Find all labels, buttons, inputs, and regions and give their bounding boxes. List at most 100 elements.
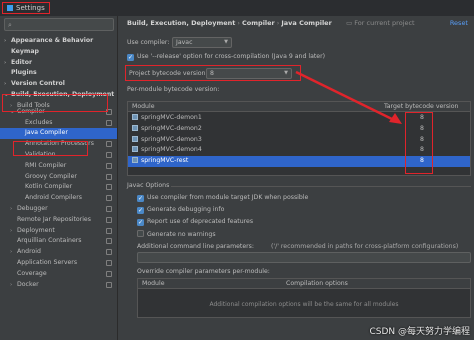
override-column-options[interactable]: Compilation options — [286, 279, 348, 289]
breadcrumb: Build, Execution, Deployment › Compiler › Ja… — [127, 19, 415, 27]
sidebar-item[interactable]: › Debugger — [0, 204, 117, 215]
sidebar-item[interactable]: › Docker — [0, 280, 117, 291]
sidebar-item-label: Editor — [11, 58, 33, 66]
chevron-icon[interactable]: › — [10, 247, 17, 258]
breadcrumb-build[interactable]: Build, Execution, Deployment — [127, 19, 235, 27]
project-scope-icon — [106, 141, 112, 148]
sidebar-item-label: RMI Compiler — [25, 161, 67, 169]
module-name: springMVC-demon1 — [141, 114, 202, 121]
sidebar-item[interactable]: Remote Jar Repositories — [0, 215, 117, 226]
window-title: Settings — [2, 2, 50, 14]
module-folder-icon — [132, 124, 138, 131]
column-target-version[interactable]: Target bytecode version — [384, 102, 458, 112]
use-compiler-value: Javac — [176, 39, 193, 46]
checkbox-unchecked-icon — [137, 230, 144, 237]
override-column-module[interactable]: Module — [142, 279, 165, 289]
breadcrumb-scope-text: For current project — [354, 19, 415, 27]
sidebar-item[interactable]: Groovy Compiler — [0, 172, 117, 183]
use-compiler-select[interactable]: Javac ▼ — [172, 37, 232, 48]
sidebar-item-label: Excludes — [25, 118, 53, 126]
sidebar-item-label: Arquillian Containers — [17, 237, 82, 245]
chevron-icon[interactable]: › — [4, 58, 11, 69]
project-scope-icon — [106, 216, 112, 223]
javac-options-label: Javac Options — [127, 182, 170, 189]
sidebar-item[interactable]: Java Compiler — [0, 128, 117, 140]
sidebar-item-label: Plugins — [11, 69, 37, 77]
module-folder-icon — [132, 146, 138, 153]
java-compiler-panel: Build, Execution, Deployment › Compiler › Ja… — [119, 16, 474, 340]
no-warnings-checkbox[interactable]: Generate no warnings — [137, 230, 216, 238]
module-folder-icon — [132, 157, 138, 164]
sidebar-item[interactable]: Arquillian Containers — [0, 236, 117, 247]
sidebar-item-label: Keymap — [11, 47, 39, 55]
window-title-text: Settings — [16, 4, 45, 12]
debug-info-label: Generate debugging info — [147, 206, 225, 213]
sidebar-item-label: Java Compiler — [25, 129, 68, 137]
module-folder-icon — [132, 114, 138, 120]
module-cell: springMVC-demon3 — [132, 135, 202, 146]
breadcrumb-scope: ▭ For current project — [346, 19, 415, 27]
use-compiler-label: Use compiler: — [127, 39, 170, 46]
override-label: Override compiler parameters per-module: — [137, 268, 270, 275]
sidebar-item[interactable]: › Deployment — [0, 226, 117, 237]
chevron-icon[interactable]: › — [10, 280, 17, 291]
debug-info-checkbox[interactable]: ✓ Generate debugging info — [137, 206, 224, 214]
settings-search-input[interactable]: ⌕ — [4, 18, 114, 31]
sidebar-item-label: Kotlin Compiler — [25, 183, 73, 191]
release-option-label: Use '--release' option for cross-compila… — [137, 53, 326, 60]
highlight-bytecode-version — [125, 65, 301, 81]
sidebar-item-label: Version Control — [11, 80, 65, 88]
sidebar-item-label: Groovy Compiler — [25, 172, 77, 180]
sidebar-item[interactable]: › Appearance & Behavior — [0, 36, 117, 47]
sidebar-item[interactable]: Kotlin Compiler — [0, 182, 117, 193]
checkbox-checked-icon: ✓ — [137, 219, 144, 226]
project-scope-icon — [106, 270, 112, 277]
sidebar-item-label: Coverage — [17, 269, 47, 277]
per-module-label: Per-module bytecode version: — [127, 86, 220, 93]
module-name: springMVC-demon2 — [141, 124, 202, 132]
sidebar-item-label: Application Servers — [17, 258, 78, 266]
chevron-icon[interactable]: › — [10, 204, 17, 215]
override-empty-text: Additional compilation options will be t… — [209, 301, 399, 308]
sidebar-item[interactable]: Plugins — [0, 68, 117, 79]
sidebar-item[interactable]: Excludes — [0, 118, 117, 129]
checkbox-checked-icon: ✓ — [127, 54, 134, 61]
chevron-icon[interactable]: › — [4, 36, 11, 47]
sidebar-item[interactable]: RMI Compiler — [0, 161, 117, 172]
sidebar-item-label: Android — [17, 248, 41, 256]
sidebar-item[interactable]: › Editor — [0, 58, 117, 69]
module-jdk-checkbox[interactable]: ✓ Use compiler from module target JDK whe… — [137, 194, 308, 202]
section-divider — [171, 186, 471, 187]
sidebar-item[interactable]: Keymap — [0, 47, 117, 58]
sidebar-item[interactable]: Coverage — [0, 269, 117, 280]
module-name: springMVC-demon3 — [141, 135, 202, 143]
breadcrumb-compiler[interactable]: Compiler — [242, 19, 275, 27]
checkbox-checked-icon: ✓ — [137, 195, 144, 202]
additional-params-input[interactable] — [137, 252, 471, 263]
module-name: springMVC-rest — [141, 157, 189, 165]
watermark: CSDN @每天努力学编程 — [369, 327, 470, 337]
sidebar-item-label: Debugger — [17, 204, 48, 212]
project-scope-icon — [106, 173, 112, 180]
breadcrumb-java-compiler: Java Compiler — [281, 19, 332, 27]
column-module[interactable]: Module — [132, 102, 155, 112]
highlight-java-compiler — [13, 141, 88, 156]
reset-link[interactable]: Reset — [450, 19, 468, 27]
chevron-icon[interactable]: › — [4, 79, 11, 90]
release-option-checkbox[interactable]: ✓ Use '--release' option for cross-compil… — [127, 53, 325, 61]
sidebar-item[interactable]: › Android — [0, 247, 117, 258]
module-cell: springMVC-demon4 — [132, 145, 202, 156]
chevron-icon[interactable]: › — [10, 226, 17, 237]
sidebar-item[interactable]: › Version Control — [0, 79, 117, 90]
settings-sidebar: ⌕ › Appearance & Behavior Keymap › Editor Plu… — [0, 16, 118, 340]
sidebar-item[interactable]: Android Compilers — [0, 193, 117, 204]
project-scope-icon — [106, 205, 112, 212]
deprecated-checkbox[interactable]: ✓ Report use of deprecated features — [137, 218, 253, 226]
sidebar-item[interactable]: Application Servers — [0, 258, 117, 269]
sidebar-item-label: Docker — [17, 280, 39, 288]
highlight-target-versions — [405, 112, 433, 174]
sidebar-item-label: Android Compilers — [25, 194, 82, 202]
sidebar-item-label: Remote Jar Repositories — [17, 215, 91, 223]
highlight-build-execution — [2, 94, 108, 112]
module-jdk-label: Use compiler from module target JDK when… — [147, 194, 309, 201]
